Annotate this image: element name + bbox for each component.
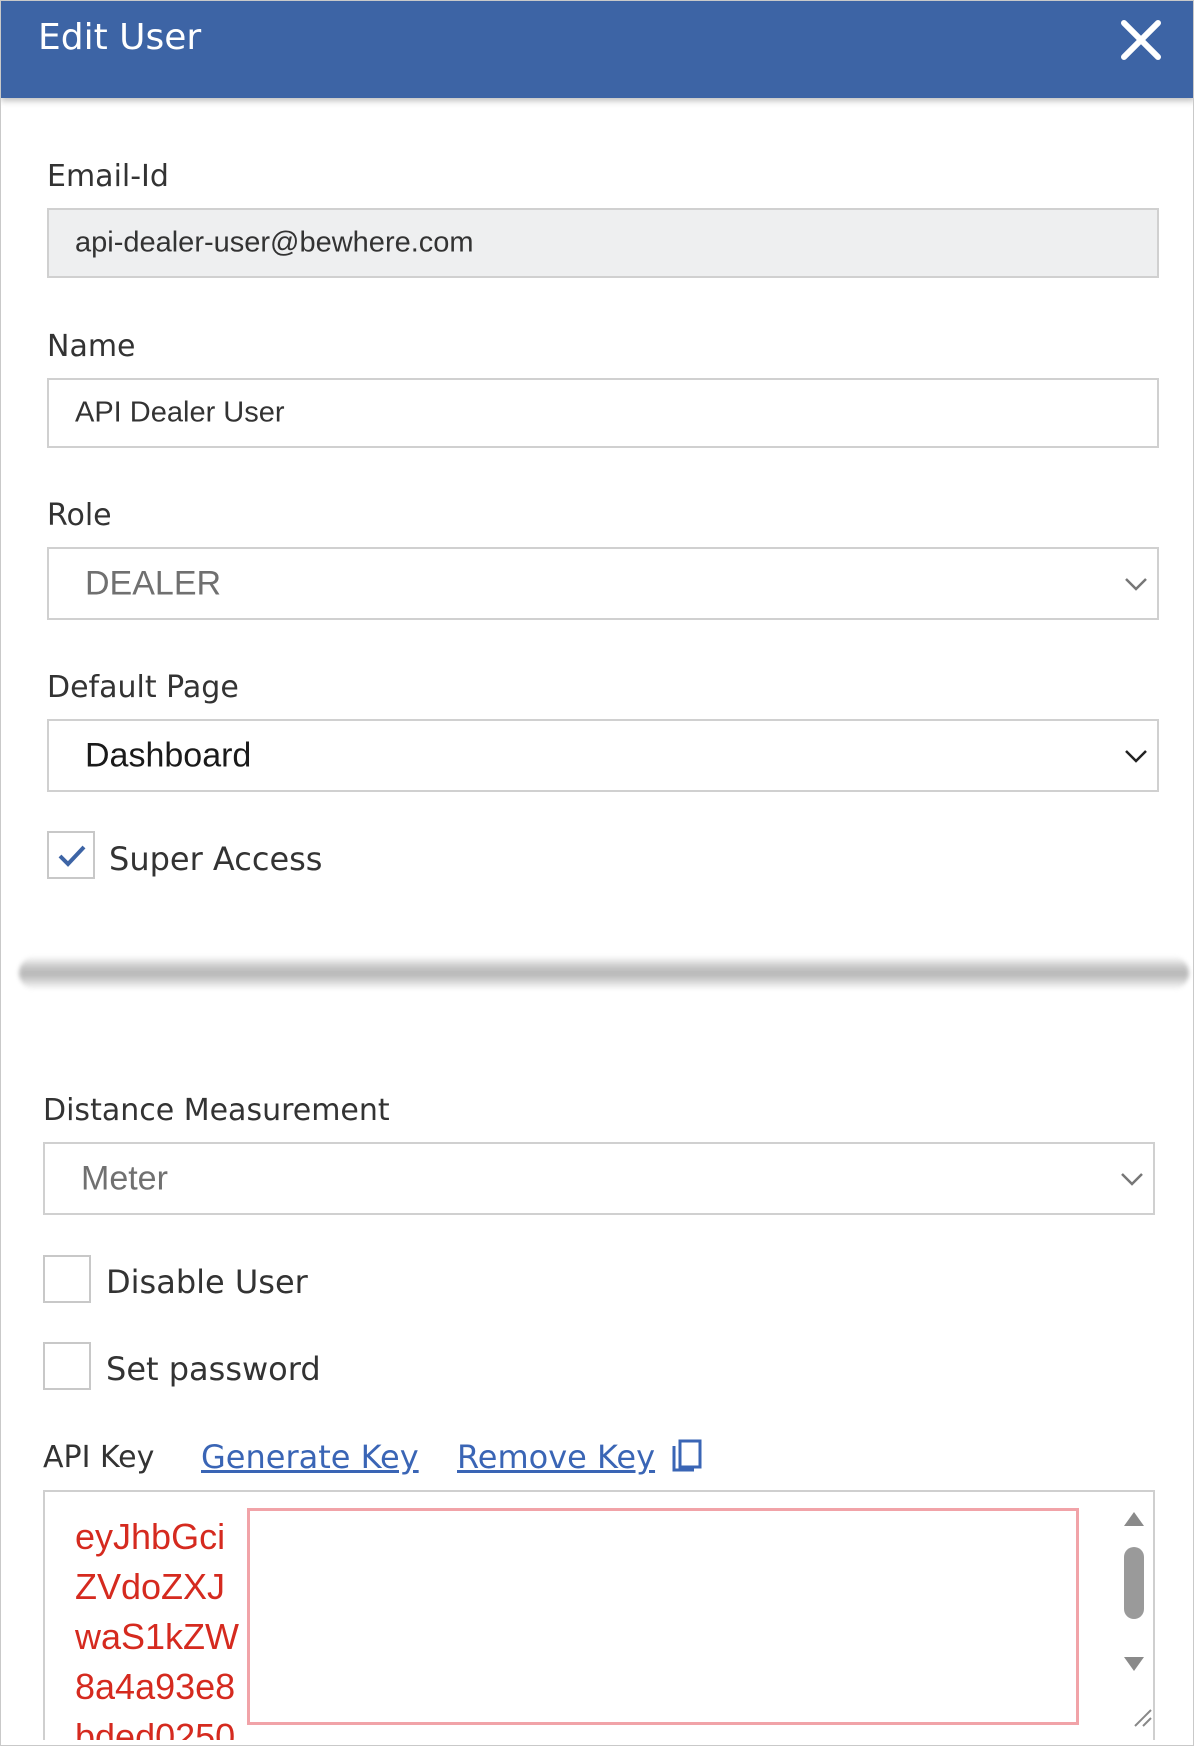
dialog-title: Edit User — [38, 17, 202, 58]
api-key-line: bded0250 — [75, 1716, 236, 1740]
dialog-header: Edit User — [1, 1, 1193, 98]
email-value: api-dealer-user@bewhere.com — [75, 226, 474, 259]
remove-key-link[interactable]: Remove Key — [457, 1438, 655, 1476]
edit-user-dialog: Edit User Email-Id api-dealer-user@bewhe… — [0, 0, 1194, 1746]
generate-key-link[interactable]: Generate Key — [201, 1438, 419, 1476]
close-icon — [1121, 20, 1161, 60]
chevron-down-icon — [1125, 577, 1147, 591]
name-label: Name — [47, 329, 136, 364]
role-label: Role — [47, 498, 112, 533]
disable-user-checkbox[interactable] — [43, 1255, 91, 1303]
super-access-label: Super Access — [109, 840, 323, 878]
distance-value: Meter — [81, 1159, 168, 1197]
email-label: Email-Id — [47, 159, 169, 194]
chevron-down-icon — [1125, 749, 1147, 763]
api-key-line: 8a4a93e8 — [75, 1666, 236, 1707]
super-access-checkbox[interactable] — [47, 831, 95, 879]
close-button[interactable] — [1116, 15, 1166, 65]
set-password-label: Set password — [106, 1350, 321, 1388]
distance-select[interactable]: Meter — [43, 1142, 1155, 1215]
chevron-down-icon — [1121, 1172, 1143, 1186]
scroll-down-arrow[interactable] — [1122, 1655, 1146, 1673]
checkmark-icon — [58, 845, 86, 867]
scroll-up-arrow[interactable] — [1122, 1510, 1146, 1528]
default-page-label: Default Page — [47, 670, 239, 705]
resize-handle-icon[interactable] — [1131, 1706, 1153, 1728]
copy-icon — [672, 1439, 702, 1472]
name-value: API Dealer User — [75, 396, 285, 429]
role-select[interactable]: DEALER — [47, 547, 1159, 620]
email-field: api-dealer-user@bewhere.com — [47, 208, 1159, 278]
redaction-box — [247, 1508, 1079, 1725]
scrollbar-thumb[interactable] — [1124, 1547, 1144, 1619]
api-key-label: API Key — [43, 1440, 155, 1475]
role-value: DEALER — [85, 564, 222, 602]
default-page-value: Dashboard — [85, 736, 252, 774]
name-input[interactable]: API Dealer User — [47, 378, 1159, 448]
distance-label: Distance Measurement — [43, 1093, 390, 1128]
api-key-line: ZVdoZXJ — [75, 1566, 226, 1607]
default-page-select[interactable]: Dashboard — [47, 719, 1159, 792]
api-key-line: eyJhbGci — [75, 1516, 226, 1557]
set-password-checkbox[interactable] — [43, 1342, 91, 1390]
redacted-region — [19, 956, 1189, 990]
disable-user-label: Disable User — [106, 1263, 308, 1301]
api-key-line: waS1kZW — [75, 1616, 240, 1657]
copy-key-button[interactable] — [670, 1438, 704, 1476]
